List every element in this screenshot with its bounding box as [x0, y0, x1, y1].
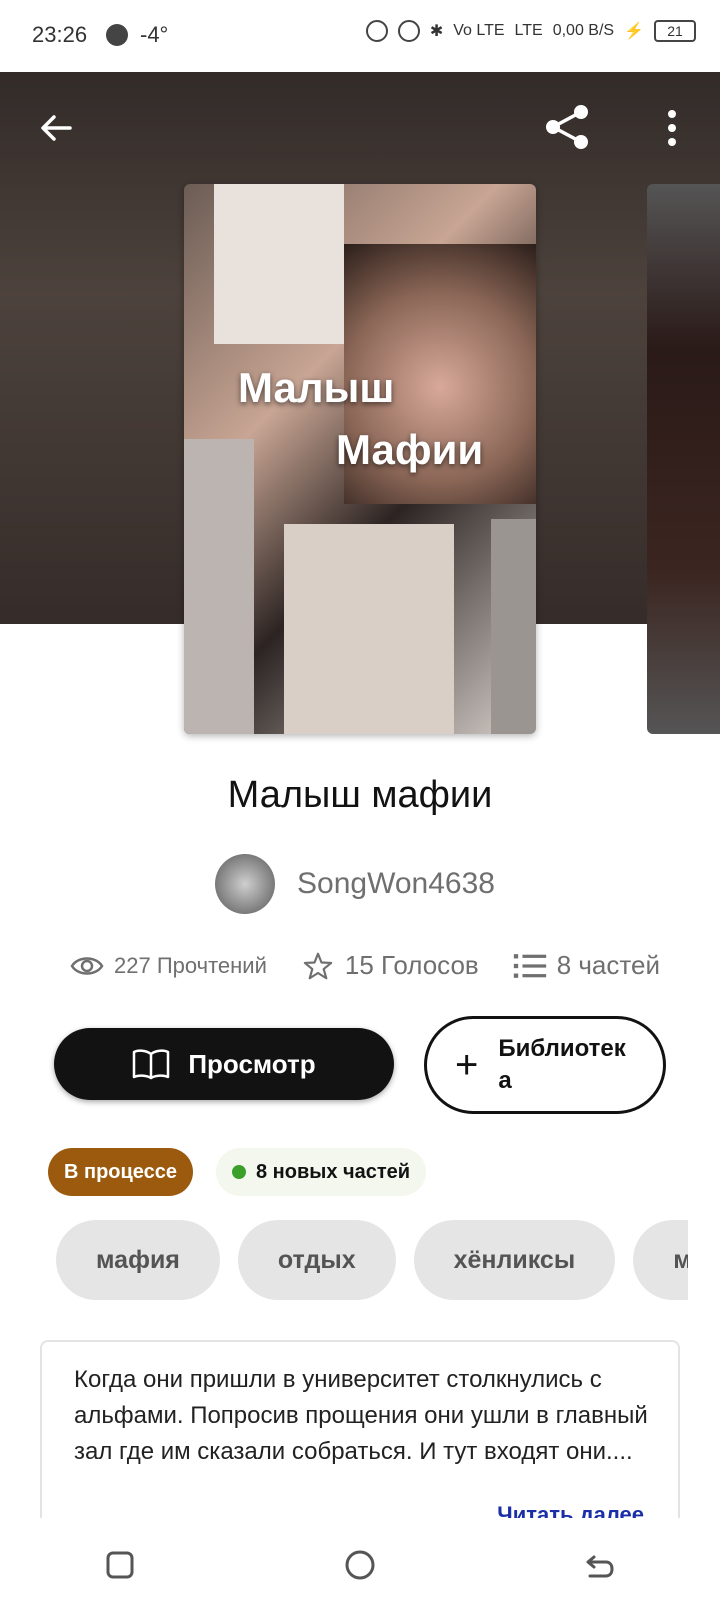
cover-title-line2: Мафии	[336, 426, 484, 473]
cover-photo	[184, 439, 254, 734]
new-parts-badge: 8 новых частей	[216, 1148, 427, 1196]
cover-title-line1: Малыш	[238, 364, 395, 411]
share-icon[interactable]	[543, 102, 593, 152]
star-icon	[303, 952, 333, 979]
cover-photo	[284, 524, 454, 734]
votes-stat: 15 Голосов	[301, 950, 479, 981]
charging-icon: ⚡	[624, 23, 644, 40]
read-button[interactable]: Просмотр	[54, 1028, 394, 1100]
data-saver-icon	[365, 20, 388, 42]
next-story-cover[interactable]	[647, 184, 720, 734]
reads-stat: 227 Прочтений	[70, 952, 267, 980]
music-icon	[106, 24, 128, 46]
author-name[interactable]: SongWon4638	[297, 867, 495, 901]
back-icon[interactable]	[584, 1549, 616, 1581]
more-options-icon[interactable]	[658, 108, 686, 148]
tag-chip[interactable]: мафия	[56, 1220, 220, 1300]
new-parts-label: 8 новых частей	[256, 1160, 411, 1183]
bluetooth-icon: ✱	[429, 23, 444, 40]
votes-count: 15 Голосов	[344, 950, 479, 980]
system-nav-bar	[0, 1518, 720, 1612]
story-title: Малыш мафии	[227, 774, 493, 816]
volte-label: Vo LTE	[453, 22, 505, 39]
status-time: 23:26	[32, 22, 88, 47]
story-description: Когда они пришли в университет столкнули…	[40, 1340, 680, 1520]
tag-chip[interactable]: отдых	[237, 1220, 396, 1300]
eye-icon	[70, 956, 104, 975]
book-icon	[133, 1049, 170, 1080]
story-stats: 227 Прочтений 15 Голосов 8 частей	[70, 950, 660, 981]
cover-photo	[491, 519, 536, 734]
status-badge: В процессе	[48, 1148, 194, 1196]
back-arrow-icon[interactable]	[36, 108, 76, 148]
parts-stat: 8 частей	[513, 950, 660, 981]
library-button-label: Библиотека	[498, 1035, 626, 1094]
reads-count: 227 Прочтений	[114, 952, 267, 978]
read-button-label: Просмотр	[188, 1048, 316, 1079]
add-to-library-button[interactable]: + Библиотека	[424, 1016, 666, 1114]
tag-chip[interactable]: хёнликсы	[413, 1220, 616, 1300]
description-text: Когда они пришли в университет столкнули…	[74, 1366, 648, 1465]
network-speed: 0,00 B/S	[552, 22, 615, 39]
tag-list[interactable]: мафия отдых хёнликсы мин	[56, 1220, 688, 1300]
list-icon	[513, 953, 546, 978]
recent-apps-icon[interactable]	[104, 1549, 136, 1581]
author-avatar[interactable]	[215, 854, 275, 914]
story-cover[interactable]: Малыш Мафии	[184, 184, 536, 734]
tag-chip[interactable]: мин	[633, 1220, 688, 1300]
status-icons: ✱ Vo LTE LTE 0,00 B/S ⚡ 21	[365, 20, 696, 42]
cover-photo	[214, 184, 344, 344]
battery-icon: 21	[654, 20, 696, 42]
status-temperature: -4°	[140, 22, 169, 47]
status-bar: 23:26 -4° ✱ Vo LTE LTE 0,00 B/S ⚡ 21	[0, 0, 720, 72]
lte-label: LTE	[514, 22, 543, 39]
parts-count: 8 частей	[556, 950, 660, 980]
mute-icon	[397, 20, 420, 42]
home-icon[interactable]	[344, 1549, 376, 1581]
plus-icon: +	[455, 1043, 479, 1087]
author-row[interactable]: SongWon4638	[215, 854, 495, 914]
new-dot-icon	[232, 1165, 246, 1179]
